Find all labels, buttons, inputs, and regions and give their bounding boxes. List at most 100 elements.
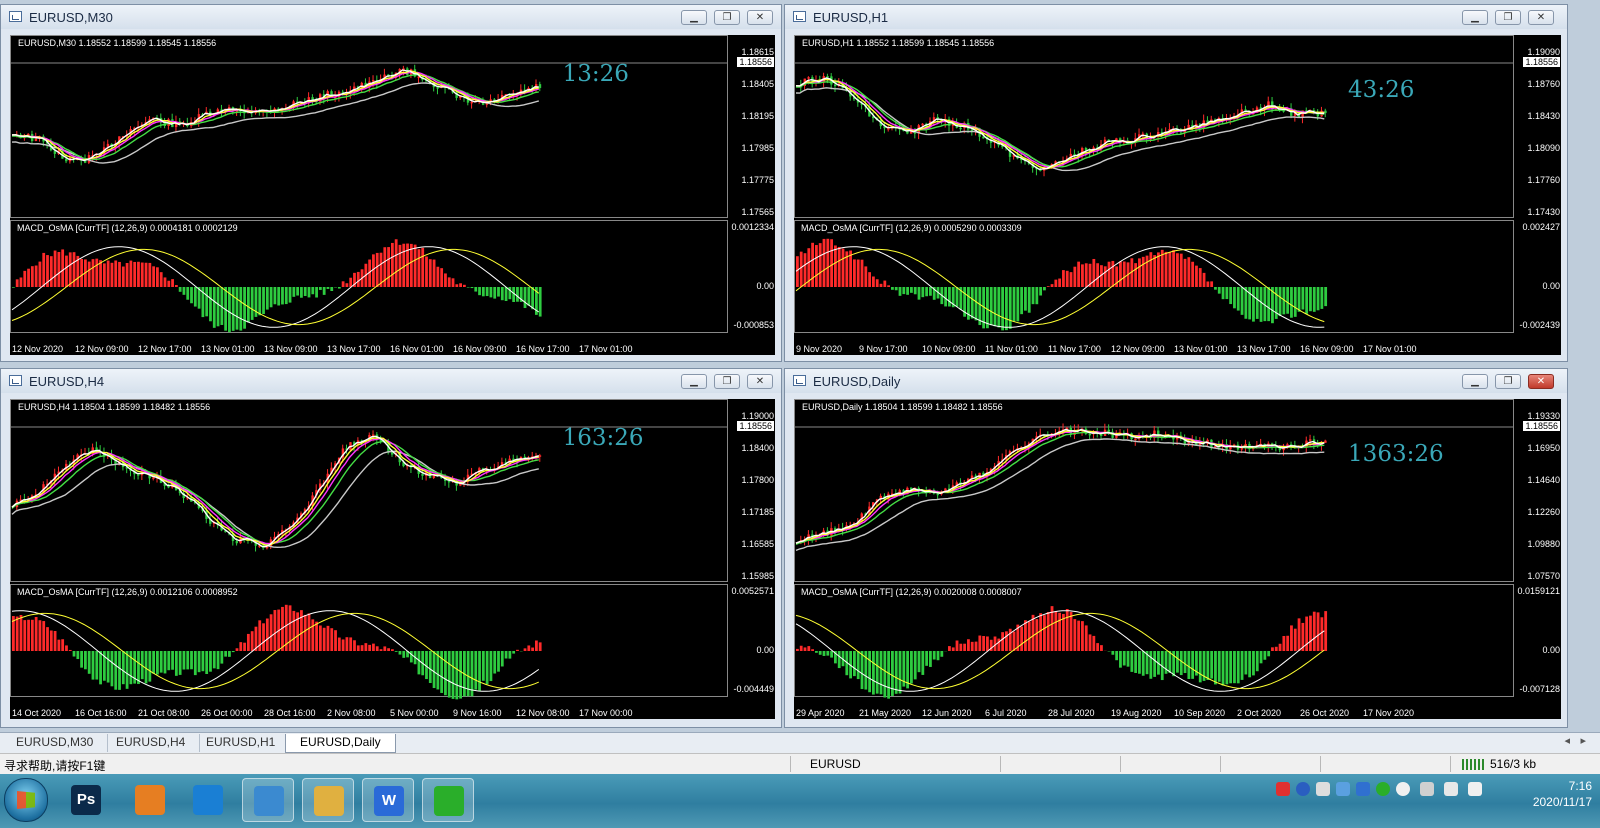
price-axis-label: 1.19090	[1527, 47, 1560, 57]
price-chart[interactable]: EURUSD,H4 1.18504 1.18599 1.18482 1.1855…	[10, 399, 775, 719]
time-axis-label: 11 Nov 17:00	[1048, 344, 1101, 354]
restore-button[interactable]: ❐	[1495, 374, 1521, 389]
status-divider	[1450, 756, 1451, 772]
signal-tray-icon[interactable]	[1444, 782, 1458, 796]
clock-time: 7:16	[1568, 779, 1592, 793]
minimize-button[interactable]: ▁	[1462, 374, 1488, 389]
price-axis-label: 1.14640	[1527, 475, 1560, 485]
price-axis-label: 1.19330	[1527, 411, 1560, 421]
chart-window-icon	[793, 11, 806, 22]
tab-eurusd-daily[interactable]: EURUSD,Daily	[285, 734, 396, 753]
flag-tray-icon[interactable]	[1420, 782, 1434, 796]
network-tray-icon[interactable]	[1336, 782, 1350, 796]
macd-indicator-label: MACD_OsMA [CurrTF] (12,26,9) 0.0012106 0…	[17, 587, 238, 597]
macd-axis-label: 0.00	[756, 281, 774, 291]
connection-bars-icon	[1462, 759, 1484, 770]
folder-icon	[314, 786, 344, 816]
candle-countdown-timer: 1363:26	[1348, 441, 1444, 467]
price-axis-label: 1.09880	[1527, 539, 1560, 549]
ps-icon: Ps	[71, 785, 101, 815]
close-button[interactable]: ✕	[1528, 374, 1554, 389]
chart-window-h4[interactable]: EURUSD,H4 ▁ ❐ ✕ EURUSD,H4 1.18504 1.1859…	[0, 368, 782, 728]
time-axis-label: 14 Oct 2020	[12, 708, 62, 718]
system-clock[interactable]: 7:16 2020/11/17	[1533, 778, 1592, 810]
window-title: EURUSD,H1	[813, 10, 889, 25]
time-axis-label: 9 Nov 16:00	[453, 708, 502, 718]
window-titlebar[interactable]: EURUSD,H1 ▁ ❐ ✕	[785, 5, 1567, 29]
taskbar-app[interactable]: W	[362, 778, 414, 822]
window-titlebar[interactable]: EURUSD,Daily ▁ ❐ ✕	[785, 369, 1567, 393]
price-axis-label: 1.18400	[741, 443, 774, 453]
wps-icon: W	[374, 786, 404, 816]
price-chart[interactable]: EURUSD,M30 1.18552 1.18599 1.18545 1.185…	[10, 35, 775, 355]
tray-icon[interactable]	[1316, 782, 1330, 796]
price-axis-label: 1.18090	[1527, 143, 1560, 153]
tab-scroll-right-icon[interactable]: ▸	[1580, 734, 1586, 747]
minimize-button[interactable]: ▁	[681, 10, 707, 25]
chart-tab-bar: EURUSD,M30 EURUSD,H4 EURUSD,H1 EURUSD,Da…	[0, 732, 1600, 753]
price-axis-label: 1.17430	[1527, 207, 1560, 217]
price-axis-label: 1.17985	[741, 143, 774, 153]
candle-countdown-timer: 163:26	[562, 425, 644, 451]
taskbar-app[interactable]: Ps	[60, 778, 112, 822]
price-axis-label: 1.12260	[1527, 507, 1560, 517]
price-axis-label: 1.17800	[741, 475, 774, 485]
chart-window-daily[interactable]: EURUSD,Daily ▁ ❐ ✕ EURUSD,Daily 1.18504 …	[784, 368, 1568, 728]
chart-window-m30[interactable]: EURUSD,M30 ▁ ❐ ✕ EURUSD,M30 1.18552 1.18…	[0, 4, 782, 362]
taskbar-app[interactable]	[302, 778, 354, 822]
taskbar-app[interactable]	[422, 778, 474, 822]
current-price-label: 1.18556	[737, 57, 774, 67]
time-axis-label: 21 Oct 08:00	[138, 708, 190, 718]
time-axis-label: 16 Nov 09:00	[453, 344, 507, 354]
window-title: EURUSD,H4	[29, 374, 105, 389]
time-axis-label: 9 Nov 2020	[796, 344, 843, 354]
chart-ohlc-label: EURUSD,H1 1.18552 1.18599 1.18545 1.1855…	[802, 38, 995, 48]
tab-eurusd-h1[interactable]: EURUSD,H1	[192, 734, 291, 752]
close-button[interactable]: ✕	[747, 374, 773, 389]
time-axis-label: 16 Nov 09:00	[1300, 344, 1354, 354]
macd-indicator-label: MACD_OsMA [CurrTF] (12,26,9) 0.0005290 0…	[801, 223, 1022, 233]
price-chart[interactable]: EURUSD,Daily 1.18504 1.18599 1.18482 1.1…	[794, 399, 1561, 719]
chart-window-icon	[9, 375, 22, 386]
price-axis-label: 1.16585	[741, 539, 774, 549]
price-chart[interactable]: EURUSD,H1 1.18552 1.18599 1.18545 1.1855…	[794, 35, 1561, 355]
chart-window-h1[interactable]: EURUSD,H1 ▁ ❐ ✕ EURUSD,H1 1.18552 1.1859…	[784, 4, 1568, 362]
minimize-button[interactable]: ▁	[681, 374, 707, 389]
tab-eurusd-m30[interactable]: EURUSD,M30	[2, 734, 109, 752]
time-axis-label: 13 Nov 17:00	[327, 344, 381, 354]
cloud-icon	[193, 785, 223, 815]
shield-tray-icon[interactable]	[1396, 782, 1410, 796]
taskbar-app[interactable]	[124, 778, 176, 822]
macd-axis-label: 0.00	[756, 645, 774, 655]
start-button[interactable]	[4, 778, 48, 822]
time-axis-label: 19 Aug 2020	[1111, 708, 1162, 718]
time-axis-label: 13 Nov 17:00	[1237, 344, 1291, 354]
close-button[interactable]: ✕	[1528, 10, 1554, 25]
tray-icon[interactable]	[1356, 782, 1370, 796]
tab-scroll-left-icon[interactable]: ◂	[1564, 734, 1570, 747]
status-symbol: EURUSD	[810, 757, 861, 771]
window-title: EURUSD,M30	[29, 10, 113, 25]
time-axis-label: 12 Nov 17:00	[138, 344, 192, 354]
wechat-tray-icon[interactable]	[1376, 782, 1390, 796]
help-icon[interactable]	[1296, 782, 1310, 796]
window-titlebar[interactable]: EURUSD,H4 ▁ ❐ ✕	[1, 369, 781, 393]
ime-icon[interactable]	[1276, 782, 1290, 796]
close-button[interactable]: ✕	[747, 10, 773, 25]
wechat-icon	[434, 786, 464, 816]
tab-eurusd-h4[interactable]: EURUSD,H4	[102, 734, 201, 752]
volume-icon[interactable]	[1468, 782, 1482, 796]
price-axis-label: 1.15985	[741, 571, 774, 581]
window-titlebar[interactable]: EURUSD,M30 ▁ ❐ ✕	[1, 5, 781, 29]
restore-button[interactable]: ❐	[714, 374, 740, 389]
restore-button[interactable]: ❐	[1495, 10, 1521, 25]
window-title: EURUSD,Daily	[813, 374, 901, 389]
minimize-button[interactable]: ▁	[1462, 10, 1488, 25]
restore-button[interactable]: ❐	[714, 10, 740, 25]
macd-axis-label: -0.002439	[1519, 320, 1560, 330]
time-axis-label: 28 Oct 16:00	[264, 708, 316, 718]
status-help-text: 寻求帮助,请按F1键	[4, 759, 106, 773]
time-axis-label: 9 Nov 17:00	[859, 344, 908, 354]
taskbar-app[interactable]	[242, 778, 294, 822]
taskbar-app[interactable]	[182, 778, 234, 822]
